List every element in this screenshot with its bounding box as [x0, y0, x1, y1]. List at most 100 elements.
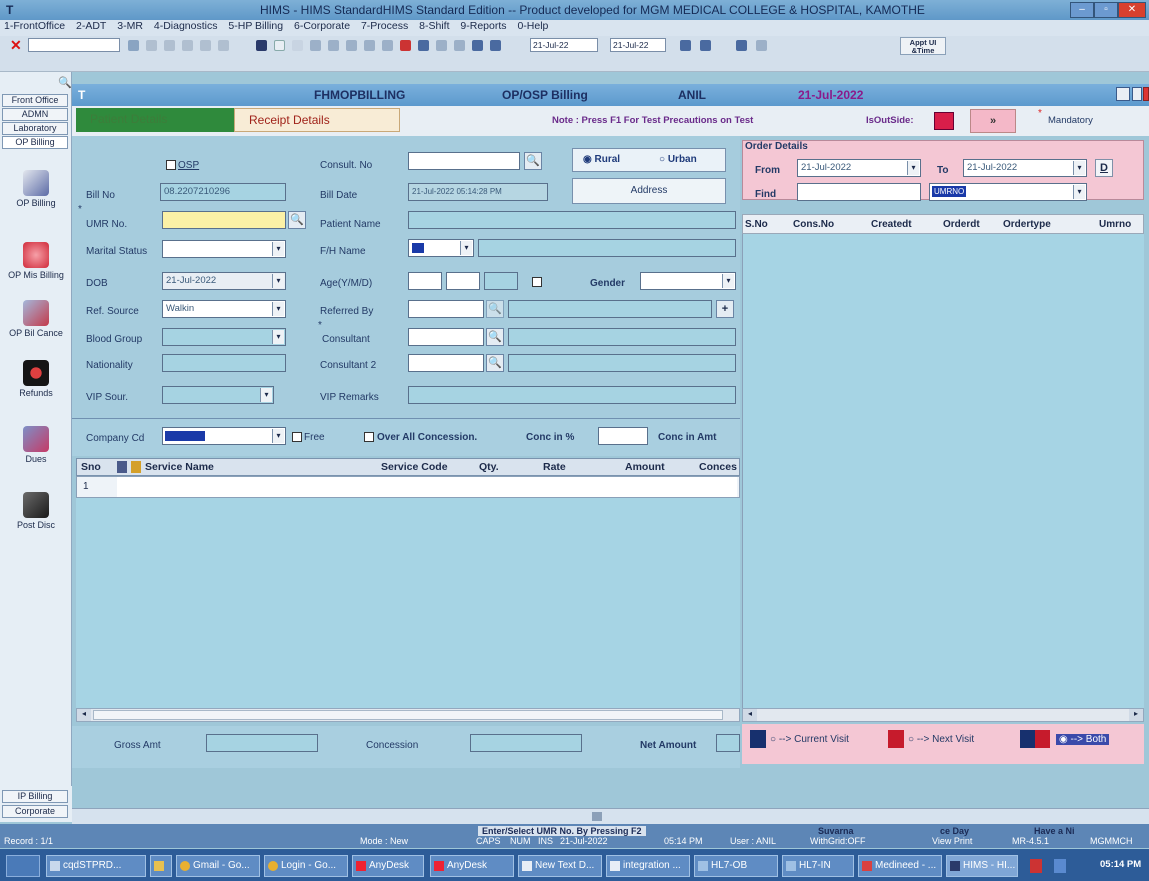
menu-reports[interactable]: 9-Reports [460, 20, 506, 32]
start-button[interactable] [6, 855, 40, 877]
taskbar-item-anydesk-2[interactable]: AnyDesk [430, 855, 514, 877]
nav-tool-refunds[interactable]: Refunds [4, 360, 68, 398]
patient-name-field[interactable] [408, 211, 736, 229]
inner-close-button[interactable] [1143, 87, 1149, 101]
tool-icon-16[interactable] [756, 40, 767, 51]
taskbar-item-hims[interactable]: HIMS - HI... [946, 855, 1018, 877]
prev-icon[interactable] [182, 40, 193, 51]
next-visit-radio[interactable]: ○ --> Next Visit [908, 734, 974, 745]
tool-icon-3[interactable] [328, 40, 339, 51]
main-scroll-thumb[interactable] [592, 812, 602, 821]
nav-tool-dues[interactable]: Dues [4, 426, 68, 464]
taskbar-item-integration[interactable]: integration ... [606, 855, 690, 877]
table-row[interactable]: 1 [76, 476, 740, 498]
find-by-select[interactable]: UMRNO ▾ [929, 183, 1087, 201]
nav-tool-post-disc[interactable]: Post Disc [4, 492, 68, 530]
scroll-right-button[interactable]: ▸ [1129, 709, 1143, 721]
nav-icon[interactable] [146, 40, 157, 51]
age-checkbox[interactable] [532, 277, 542, 287]
nav-tab-admn[interactable]: ADMN [2, 108, 68, 121]
gender-select[interactable]: ▾ [640, 272, 736, 290]
nav-search-icon[interactable]: 🔍 [58, 76, 72, 89]
menu-help[interactable]: 0-Help [517, 20, 548, 32]
taskbar-search[interactable]: cqdSTPRD... [46, 855, 146, 877]
nationality-field[interactable] [162, 354, 286, 372]
menu-frontoffice[interactable]: 1-FrontOffice [4, 20, 65, 32]
menu-corporate[interactable]: 6-Corporate [294, 20, 350, 32]
taskbar-item-medineed[interactable]: Medineed - ... [858, 855, 942, 877]
taskbar-item-gmail[interactable]: Gmail - Go... [176, 855, 260, 877]
nav-tab-ip-billing[interactable]: IP Billing [2, 790, 68, 803]
urban-radio[interactable]: ○ Urban [659, 154, 697, 165]
age-years-input[interactable] [408, 272, 442, 290]
new-icon[interactable] [274, 40, 285, 51]
blood-group-select[interactable]: ▾ [162, 328, 286, 346]
consult-no-input[interactable] [408, 152, 520, 170]
umr-search-button[interactable]: 🔍 [288, 211, 306, 229]
sort-icon[interactable] [128, 40, 139, 51]
menu-diagnostics[interactable]: 4-Diagnostics [154, 20, 218, 32]
first-icon[interactable] [164, 40, 175, 51]
tray-icons[interactable] [1030, 859, 1090, 873]
more-button[interactable]: » [970, 109, 1016, 133]
osp-checkbox[interactable] [166, 160, 176, 170]
tool-icon-4[interactable] [346, 40, 357, 51]
both-radio[interactable]: ◉ --> Both [1056, 734, 1110, 745]
service-grid-scrollbar[interactable]: ◂ [76, 708, 740, 722]
fh-prefix-select[interactable]: ▾ [408, 239, 474, 257]
rural-radio[interactable]: ◉ Rural [583, 154, 620, 165]
tool-icon-13[interactable] [680, 40, 691, 51]
order-grid-scrollbar[interactable]: ◂ ▸ [742, 708, 1144, 722]
taskbar-item-login[interactable]: Login - Go... [264, 855, 348, 877]
dob-field[interactable]: 21-Jul-2022 ▾ [162, 272, 286, 290]
maximize-button[interactable]: ▫ [1094, 2, 1118, 18]
referred-search-button[interactable]: 🔍 [486, 300, 504, 318]
free-checkbox[interactable] [292, 432, 302, 442]
menu-shift[interactable]: 8-Shift [419, 20, 449, 32]
consultant2-search-button[interactable]: 🔍 [486, 354, 504, 372]
consultant-search-button[interactable]: 🔍 [486, 328, 504, 346]
ref-source-select[interactable]: Walkin ▾ [162, 300, 286, 318]
scroll-left-button[interactable]: ◂ [77, 709, 91, 721]
conc-pct-input[interactable] [598, 427, 648, 445]
taskbar-item-notepad[interactable]: New Text D... [518, 855, 602, 877]
over-all-concession-checkbox[interactable] [364, 432, 374, 442]
d-button[interactable]: D [1095, 159, 1113, 177]
address-button[interactable]: Address [572, 178, 726, 204]
tool-icon-12[interactable] [490, 40, 501, 51]
last-icon[interactable] [218, 40, 229, 51]
tool-icon-10[interactable] [454, 40, 465, 51]
is-outside-toggle[interactable] [934, 112, 954, 130]
tool-icon-9[interactable] [436, 40, 447, 51]
menu-process[interactable]: 7-Process [361, 20, 408, 32]
nav-tab-front-office[interactable]: Front Office [2, 94, 68, 107]
nav-tab-laboratory[interactable]: Laboratory [2, 122, 68, 135]
scroll-thumb[interactable] [93, 710, 723, 720]
nav-tool-op-mis-billing[interactable]: OP Mis Billing [4, 242, 68, 280]
nav-tab-corporate[interactable]: Corporate [2, 805, 68, 818]
tool-icon-6[interactable] [382, 40, 393, 51]
module-select[interactable] [28, 38, 120, 52]
taskbar-item-hl7-ob[interactable]: HL7-OB [694, 855, 778, 877]
umr-no-input[interactable] [162, 211, 286, 229]
consult-search-button[interactable]: 🔍 [524, 152, 542, 170]
tool-icon-1[interactable] [292, 40, 303, 51]
company-cd-select[interactable]: ▾ [162, 427, 286, 445]
referred-by-input[interactable] [408, 300, 484, 318]
tool-icon-14[interactable] [700, 40, 711, 51]
age-months-input[interactable] [446, 272, 480, 290]
appt-button[interactable]: Appt UI &Time [900, 37, 946, 55]
to-date-select[interactable]: 21-Jul-2022 ▾ [963, 159, 1087, 177]
tool-icon-15[interactable] [736, 40, 747, 51]
age-days-input[interactable] [484, 272, 518, 290]
nav-tool-op-bill-cancel[interactable]: OP Bil Cance [4, 300, 68, 338]
tool-icon-5[interactable] [364, 40, 375, 51]
vip-source-select[interactable]: ▾ [162, 386, 274, 404]
tool-icon-7[interactable] [400, 40, 411, 51]
tool-icon-2[interactable] [310, 40, 321, 51]
inner-restore-button[interactable] [1132, 87, 1142, 101]
vip-remarks-input[interactable] [408, 386, 736, 404]
find-input[interactable] [797, 183, 921, 201]
marital-status-select[interactable]: ▾ [162, 240, 286, 258]
next-icon[interactable] [200, 40, 211, 51]
